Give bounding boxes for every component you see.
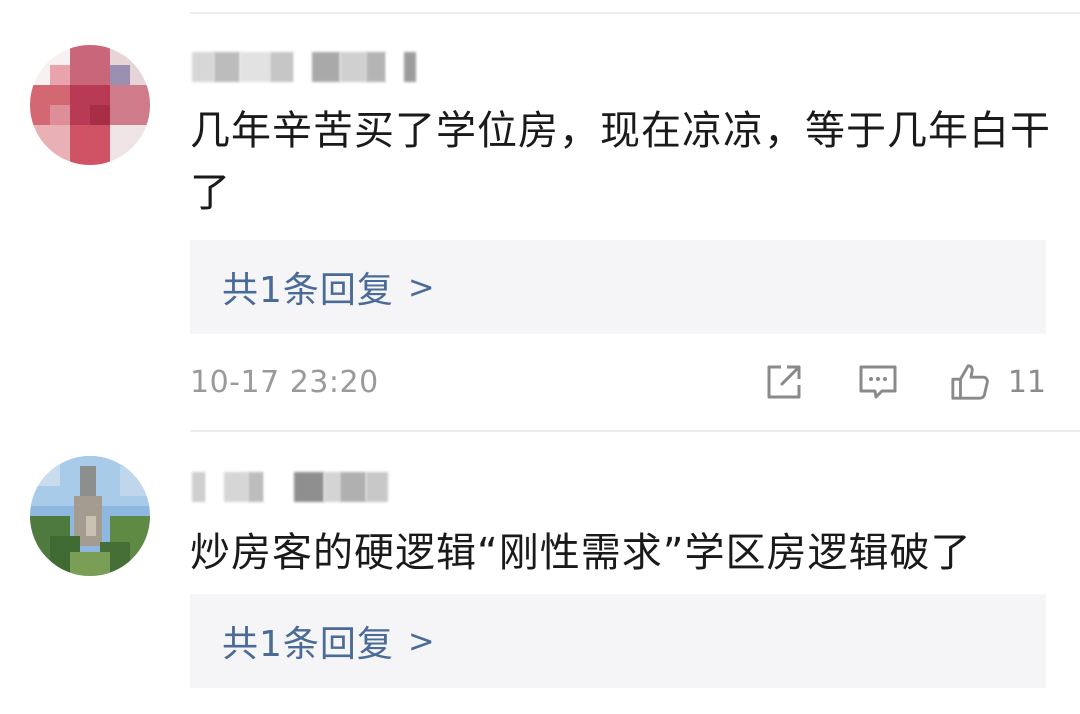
username-blur	[340, 472, 366, 502]
share-icon[interactable]	[764, 362, 804, 402]
comment-text: 炒房客的硬逻辑“刚性需求”学区房逻辑破了	[190, 530, 972, 576]
avatar[interactable]	[30, 45, 150, 165]
comment-item: ██ ███ 炒房客的硬逻辑“刚性需求”学区房逻辑破了 共1条回复 >	[0, 432, 1080, 714]
username-blur	[386, 52, 404, 82]
chevron-right-icon: >	[407, 622, 435, 660]
view-replies-button[interactable]: 共1条回复 >	[190, 594, 1046, 688]
username[interactable]: ██ ███	[192, 470, 388, 504]
username-blur	[206, 472, 224, 502]
reply-count-label: 共1条回复	[222, 624, 394, 665]
share-icon-graphic	[767, 365, 801, 399]
username-blur	[404, 52, 416, 82]
view-replies-button[interactable]: 共1条回复 >	[190, 240, 1046, 334]
username-blur	[264, 472, 294, 502]
username-blur	[366, 472, 388, 502]
reply-count-label: 共1条回复	[222, 270, 394, 311]
username-blur	[312, 52, 340, 82]
username-blur	[294, 52, 312, 82]
username-blur	[270, 52, 294, 82]
username-blur	[224, 472, 248, 502]
username-blur	[240, 52, 270, 82]
chevron-right-icon: >	[407, 268, 435, 306]
avatar-image	[30, 45, 150, 165]
username-blur	[192, 52, 214, 82]
username-blur	[366, 52, 386, 82]
thumbs-up-icon[interactable]	[950, 362, 990, 402]
avatar-image	[30, 456, 150, 576]
username-blur	[192, 472, 206, 502]
comment-text: 几年辛苦买了学位房，现在凉凉，等于几年白干了	[190, 108, 1051, 216]
username-blur	[324, 472, 340, 502]
comment-meta: 10-17 23:20 11	[190, 352, 1046, 412]
comment-item: ████ ██ 几年辛苦买了学位房，现在凉凉，等于几年白干了 共1条回复 > 1…	[0, 0, 1080, 430]
username-blur	[214, 52, 240, 82]
comment-icon-graphic	[859, 365, 897, 399]
username-blur	[248, 472, 264, 502]
username[interactable]: ████ ██	[192, 50, 416, 84]
comment-icon[interactable]	[858, 362, 898, 402]
username-blur	[294, 472, 324, 502]
username-blur	[340, 52, 366, 82]
timestamp: 10-17 23:20	[190, 364, 379, 400]
avatar[interactable]	[30, 456, 150, 576]
comment-actions: 11	[764, 362, 1046, 402]
thumbs-up-icon-graphic	[951, 364, 989, 400]
like-count: 11	[1007, 364, 1046, 400]
